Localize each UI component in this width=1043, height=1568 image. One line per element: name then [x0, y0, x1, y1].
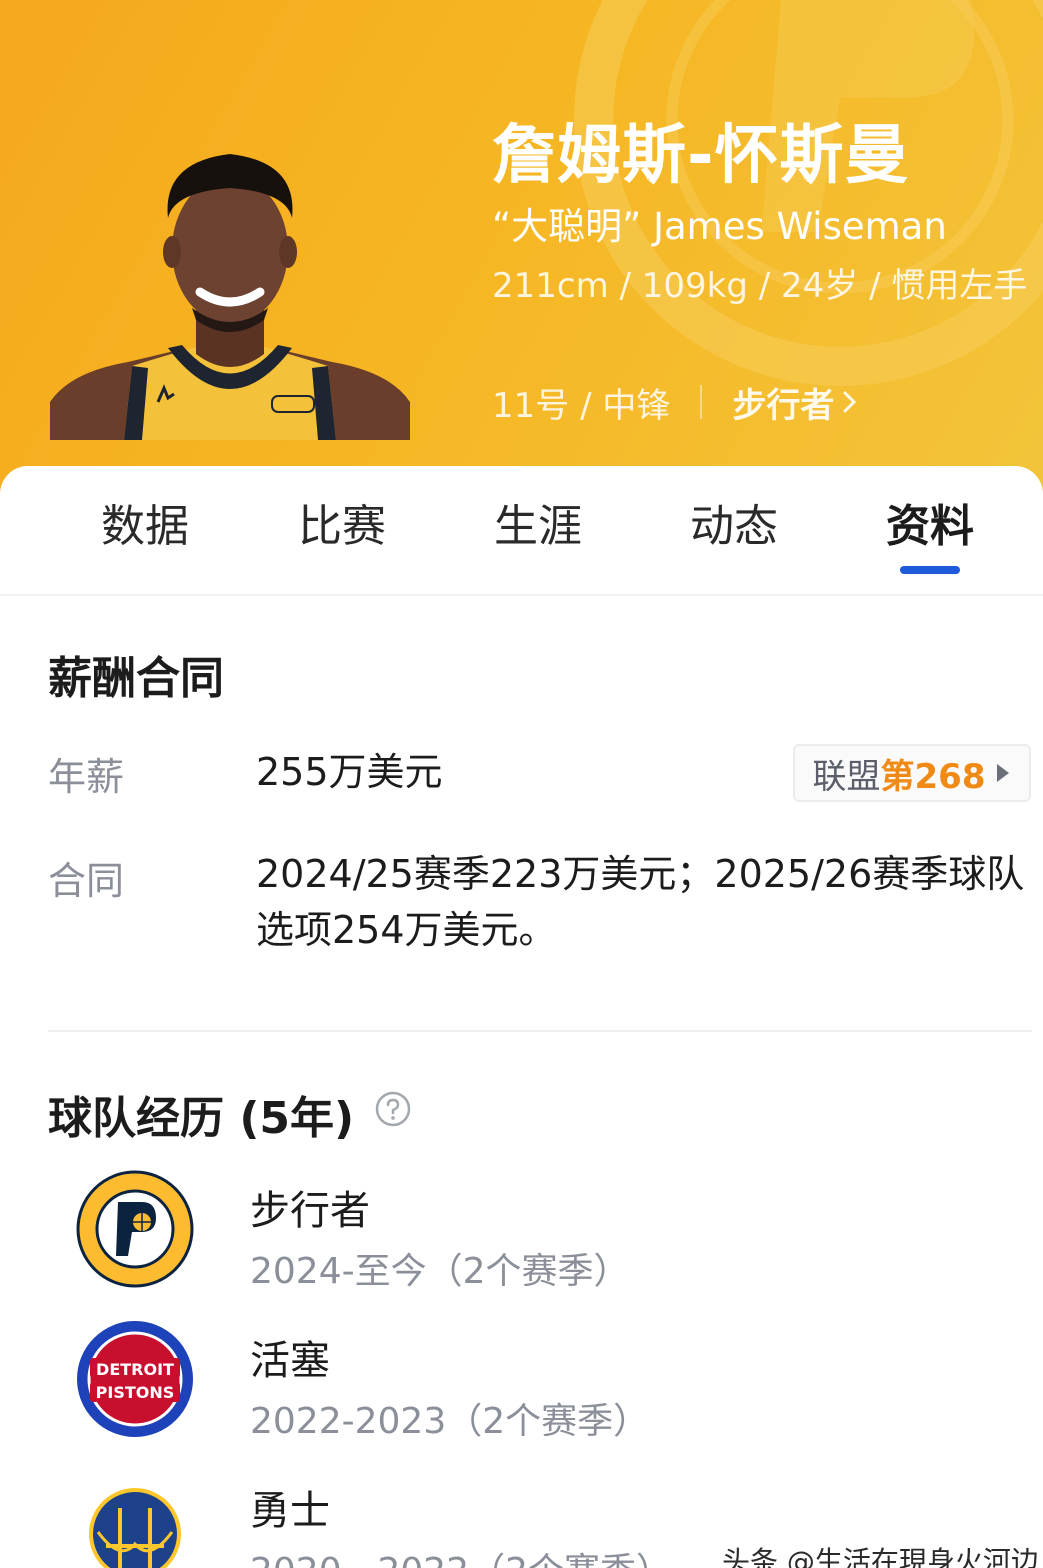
- team-name: 勇士: [250, 1488, 330, 1534]
- team-history-title: 球队经历 (5年): [48, 1093, 355, 1144]
- pistons-logo: DETROIT PISTONS: [77, 1321, 193, 1437]
- team-name: 活塞: [250, 1338, 330, 1384]
- team-years: 2020 - 2022（2个赛季）: [250, 1542, 672, 1568]
- league-rank-button[interactable]: 联盟 第268: [793, 744, 1031, 802]
- team-years: 2024-至今（2个赛季）: [250, 1251, 630, 1292]
- annual-salary-label: 年薪: [48, 755, 125, 799]
- team-history-item[interactable]: DETROIT PISTONS 活塞 2022-2023（2个赛季）: [0, 1320, 1043, 1460]
- tab-news[interactable]: 动态: [659, 496, 809, 566]
- player-bio: 211cm / 109kg / 24岁 / 惯用左手: [492, 266, 1028, 306]
- watermark-text: 头条 @生活在現身火河边: [722, 1545, 1039, 1568]
- team-link-label: 步行者: [732, 385, 835, 426]
- player-photo: [50, 154, 410, 440]
- tab-career[interactable]: 生涯: [463, 496, 613, 566]
- team-link[interactable]: 步行者: [732, 378, 860, 427]
- rank-prefix: 联盟: [812, 756, 881, 797]
- pistons-logo-text-bottom: PISTONS: [96, 1383, 175, 1402]
- player-role-row: 11号 / 中锋 步行者: [492, 378, 860, 426]
- pacers-logo: [76, 1170, 194, 1288]
- contract-value: 2024/25赛季223万美元；2025/26赛季球队选项254万美元。: [256, 852, 1025, 952]
- contract-label: 合同: [48, 859, 125, 903]
- tab-games[interactable]: 比赛: [267, 496, 417, 566]
- tab-profile[interactable]: 资料: [855, 496, 1005, 574]
- active-tab-indicator: [900, 566, 960, 574]
- player-name: 詹姆斯-怀斯曼: [492, 119, 910, 193]
- chevron-right-icon: [843, 391, 857, 413]
- tab-stats[interactable]: 数据: [70, 496, 220, 566]
- caret-right-icon: [997, 764, 1010, 782]
- annual-salary-value: 255万美元: [256, 750, 443, 794]
- divider: [700, 385, 703, 419]
- section-divider: [48, 1030, 1032, 1032]
- profile-card: 数据 比赛 生涯 动态 资料 薪酬合同 年薪 255万美元 联盟 第268 合同…: [0, 466, 1043, 1568]
- rank-value: 第268: [880, 756, 986, 797]
- team-history-item[interactable]: 步行者 2024-至今（2个赛季）: [0, 1170, 1043, 1310]
- player-header: 詹姆斯-怀斯曼 “大聪明” James Wiseman 211cm / 109k…: [0, 0, 1043, 500]
- salary-section-title: 薪酬合同: [48, 653, 224, 704]
- team-name: 步行者: [250, 1188, 370, 1234]
- tab-profile-label: 资料: [886, 501, 974, 552]
- player-number-position: 11号 / 中锋: [492, 385, 671, 426]
- tab-bar: 数据 比赛 生涯 动态 资料: [0, 466, 1043, 596]
- question-circle-icon[interactable]: [374, 1090, 412, 1128]
- player-nickname: “大聪明” James Wiseman: [492, 205, 947, 248]
- team-years: 2022-2023（2个赛季）: [250, 1401, 650, 1442]
- pistons-logo-text-top: DETROIT: [96, 1360, 174, 1379]
- warriors-logo: [78, 1472, 192, 1568]
